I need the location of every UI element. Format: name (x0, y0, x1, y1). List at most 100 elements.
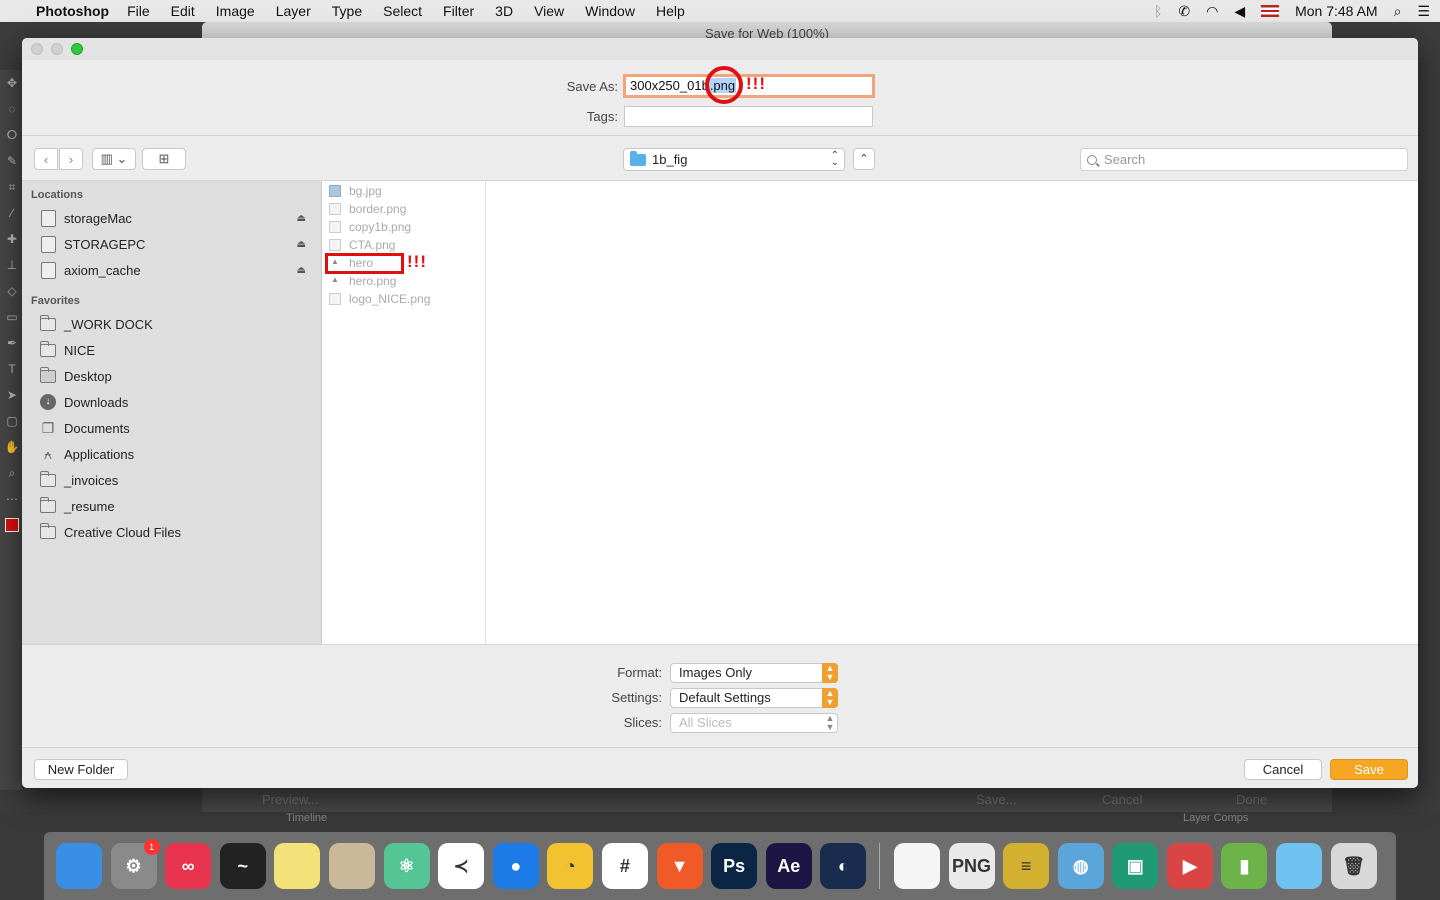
dock-green-folder-icon[interactable]: ▣ (1112, 843, 1159, 889)
wifi-icon[interactable]: ◠ (1206, 3, 1218, 20)
dock-web-folder-icon[interactable]: ◍ (1057, 843, 1104, 889)
dock-system-preferences-icon[interactable]: ⚙ 1 (110, 839, 160, 889)
save-button[interactable]: Save (1330, 759, 1408, 780)
menu-filter[interactable]: Filter (443, 3, 474, 19)
location-popup[interactable]: 1b_fig ⌃ ⌄ (623, 148, 845, 171)
dock-trash-icon[interactable]: 🗑 (1330, 843, 1377, 889)
sidebar-item-invoices[interactable]: _invoices (40, 469, 310, 491)
file-item[interactable]: CTA.png (329, 236, 395, 254)
shape-tool-icon[interactable]: ▢ (0, 408, 24, 434)
sidebar-item-documents[interactable]: ❐ Documents (40, 417, 310, 439)
sidebar-item-storagemac[interactable]: storageMac ⏏ (40, 207, 310, 229)
healing-tool-icon[interactable]: ✚ (0, 226, 24, 252)
dock-photoshop-icon[interactable]: Ps (711, 843, 758, 889)
cancel-button[interactable]: Cancel (1244, 759, 1322, 780)
menu-select[interactable]: Select (383, 3, 422, 19)
more-tools-icon[interactable]: ⋯ (0, 486, 24, 512)
crop-tool-icon[interactable]: ⌗ (0, 174, 24, 200)
dock-red-folder-icon[interactable]: ▶ (1166, 843, 1213, 889)
sidebar-item-applications[interactable]: ⍲ Applications (40, 443, 310, 465)
menu-app-name[interactable]: Photoshop (36, 3, 109, 19)
file-item[interactable]: logo_NICE.png (329, 290, 430, 308)
sfw-done-button[interactable]: Done (1236, 792, 1267, 807)
zoom-tool-icon[interactable]: ⌕ (0, 460, 24, 486)
dock-stickies-icon[interactable] (274, 843, 321, 889)
forward-button[interactable]: › (59, 148, 83, 170)
zoom-window-button[interactable] (71, 43, 83, 55)
menu-edit[interactable]: Edit (171, 3, 195, 19)
menu-file[interactable]: File (127, 3, 150, 19)
dock-green-folder-2-icon[interactable]: ▮ (1221, 843, 1268, 889)
minimize-window-button[interactable] (51, 43, 63, 55)
sidebar-item-storagepc[interactable]: STORAGEPC ⏏ (40, 233, 310, 255)
dock-finder-icon[interactable] (56, 843, 102, 889)
layer-comps-panel-tab[interactable]: Layer Comps (1183, 812, 1248, 824)
dock-maps-pin-icon[interactable]: ● (492, 843, 539, 889)
sfw-cancel-button[interactable]: Cancel (1102, 792, 1142, 807)
path-select-tool-icon[interactable]: ➤ (0, 382, 24, 408)
dock-cinema-4d-icon[interactable]: ◐ (820, 843, 867, 889)
dock-calculator-icon[interactable] (328, 843, 375, 889)
timeline-panel-tab[interactable]: Timeline (286, 812, 327, 824)
type-tool-icon[interactable]: T (0, 356, 24, 382)
file-item[interactable]: ▲ hero.png (329, 272, 396, 290)
file-item[interactable]: copy1b.png (329, 218, 411, 236)
collapse-button[interactable]: ⌃ (853, 148, 875, 170)
dock-vs-code-icon[interactable]: ≺ (438, 843, 485, 889)
new-folder-icon-button[interactable]: ⊞ (142, 148, 186, 170)
tags-input[interactable] (624, 106, 873, 127)
spotlight-icon[interactable]: ⌕ (1394, 3, 1402, 20)
menu-3d[interactable]: 3D (495, 3, 513, 19)
settings-select[interactable]: Default Settings ▲ ▼ (670, 688, 838, 708)
menu-image[interactable]: Image (216, 3, 255, 19)
foreground-color-swatch[interactable] (0, 512, 24, 538)
sidebar-item-resume[interactable]: _resume (40, 495, 310, 517)
slices-select[interactable]: All Slices ▲ ▼ (670, 713, 838, 733)
view-mode-button[interactable]: ▥ ⌄ (92, 148, 136, 170)
dock-creative-cloud-icon[interactable]: ∞ (165, 843, 212, 889)
close-window-button[interactable] (31, 43, 43, 55)
dock-slack-icon[interactable]: # (601, 843, 648, 889)
flag-icon[interactable] (1261, 5, 1280, 17)
move-tool-icon[interactable]: ✥ (0, 70, 24, 96)
sidebar-item-creative-cloud-files[interactable]: Creative Cloud Files (40, 521, 310, 543)
sidebar-item-axiom-cache[interactable]: axiom_cache ⏏ (40, 259, 310, 281)
menu-view[interactable]: View (534, 3, 564, 19)
dock-blank-document-icon[interactable] (893, 843, 940, 889)
eject-icon[interactable]: ⏏ (297, 213, 306, 224)
back-button[interactable]: ‹ (34, 148, 58, 170)
marquee-tool-icon[interactable]: ◌ (0, 96, 24, 122)
dock-brave-icon[interactable]: ▼ (656, 843, 703, 889)
hand-tool-icon[interactable]: ✋ (0, 434, 24, 460)
sidebar-item-nice[interactable]: NICE (40, 339, 310, 361)
format-select[interactable]: Images Only ▲ ▼ (670, 663, 838, 683)
file-item[interactable]: bg.jpg (329, 182, 382, 200)
menu-type[interactable]: Type (332, 3, 362, 19)
menu-help[interactable]: Help (656, 3, 685, 19)
lasso-tool-icon[interactable]: ⵔ (0, 122, 24, 148)
search-field[interactable]: Search (1080, 148, 1408, 171)
dock-archive-icon[interactable]: ≡ (1003, 843, 1050, 889)
menu-clock[interactable]: Mon 7:48 AM (1295, 3, 1378, 19)
dock-activity-monitor-icon[interactable]: ~ (219, 843, 266, 889)
sidebar-item-work-dock[interactable]: _WORK DOCK (40, 313, 310, 335)
stamp-tool-icon[interactable]: ⊥ (0, 252, 24, 278)
dock-after-effects-icon[interactable]: Ae (765, 843, 812, 889)
bluetooth-icon[interactable]: ᛒ (1154, 3, 1162, 19)
dock-png-preview-icon[interactable]: PNG (948, 843, 995, 889)
volume-icon[interactable]: ◀ (1234, 3, 1245, 20)
pen-tool-icon[interactable]: ✒ (0, 330, 24, 356)
brush-tool-icon[interactable]: ✎ (0, 148, 24, 174)
menu-layer[interactable]: Layer (276, 3, 311, 19)
dock-chrome-icon[interactable]: ◔ (547, 843, 594, 889)
sidebar-item-desktop[interactable]: Desktop (40, 365, 310, 387)
eraser-tool-icon[interactable]: ◇ (0, 278, 24, 304)
gradient-tool-icon[interactable]: ▭ (0, 304, 24, 330)
notification-center-icon[interactable]: ☰ (1417, 3, 1430, 20)
menu-window[interactable]: Window (585, 3, 635, 19)
sfw-save-button[interactable]: Save... (976, 792, 1016, 807)
new-folder-button[interactable]: New Folder (34, 759, 128, 780)
eyedropper-tool-icon[interactable]: ⁄ (0, 200, 24, 226)
phone-icon[interactable]: ✆ (1178, 3, 1190, 20)
sidebar-item-downloads[interactable]: ↓ Downloads (40, 391, 310, 413)
